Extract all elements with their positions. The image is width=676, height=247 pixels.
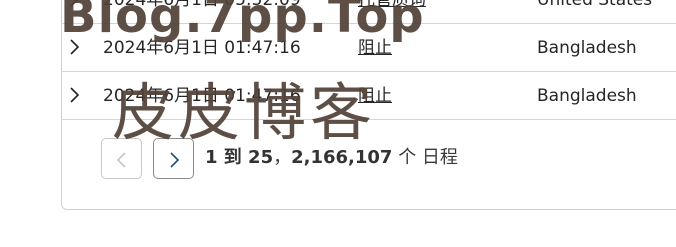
table-row[interactable]: 2024年6月1日 01:47:16 阻止 Bangladesh (61, 24, 676, 72)
event-time: 2024年6月1日 01:47:16 (103, 38, 301, 58)
pagination-separator: ， (273, 147, 292, 168)
total-count: 2,166,107 (291, 147, 393, 168)
page-range: 1 到 25 (205, 147, 274, 168)
event-country: Bangladesh (537, 38, 637, 58)
event-country: United States (537, 0, 653, 10)
pagination-unit: 个 日程 (398, 147, 458, 168)
table-row[interactable]: 2024年6月1日 05:52:09 托管质询 United States (61, 0, 676, 24)
event-country: Bangladesh (537, 86, 637, 106)
event-action-link[interactable]: 阻止 (358, 85, 392, 107)
expand-row-chevron-icon[interactable] (68, 0, 82, 9)
event-time: 2024年6月1日 01:47:16 (103, 86, 301, 106)
table-row[interactable]: 2024年6月1日 01:47:16 阻止 Bangladesh (61, 72, 676, 120)
chevron-right-icon (170, 152, 180, 168)
next-page-button[interactable] (153, 138, 194, 179)
event-action-link[interactable]: 阻止 (358, 37, 392, 59)
expand-row-chevron-icon[interactable] (68, 85, 82, 105)
pagination-info: 1 到 25，2,166,107 个 日程 (205, 147, 458, 169)
event-time: 2024年6月1日 05:52:09 (103, 0, 301, 10)
event-action-link[interactable]: 托管质询 (358, 0, 426, 11)
chevron-left-icon (116, 152, 126, 168)
previous-page-button[interactable] (101, 138, 142, 179)
expand-row-chevron-icon[interactable] (68, 37, 82, 57)
